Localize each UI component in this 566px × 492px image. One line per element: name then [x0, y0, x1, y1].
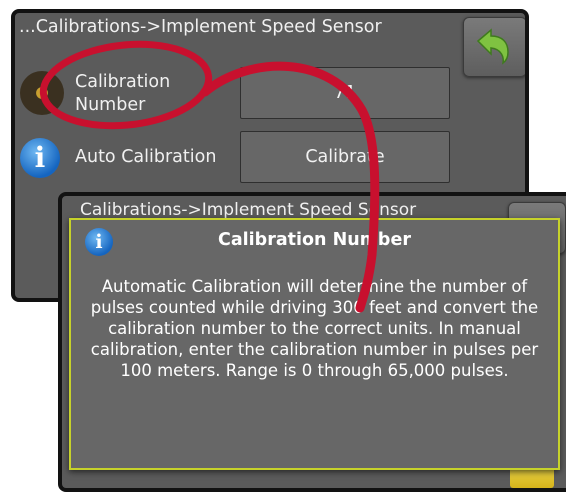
calibration-number-field[interactable]: 71: [240, 67, 450, 119]
info-icon[interactable]: i: [20, 138, 60, 178]
auto-calibration-label: Auto Calibration: [75, 147, 217, 167]
calibrate-button[interactable]: Calibrate: [240, 131, 450, 183]
dialog-body: Automatic Calibration will determine the…: [90, 277, 539, 380]
back-arrow-icon: [476, 28, 509, 65]
overlay-page-title: Calibrations->Implement Speed Sensor: [80, 200, 417, 220]
calibration-number-label: Calibration Number: [75, 72, 171, 115]
page-title: ...Calibrations->Implement Speed Sensor: [19, 17, 382, 37]
dialog-title: Calibration Number: [218, 230, 411, 250]
gear-icon: [20, 71, 64, 115]
back-button[interactable]: [463, 17, 525, 77]
help-dialog: i Calibration Number Automatic Calibrati…: [69, 218, 560, 470]
